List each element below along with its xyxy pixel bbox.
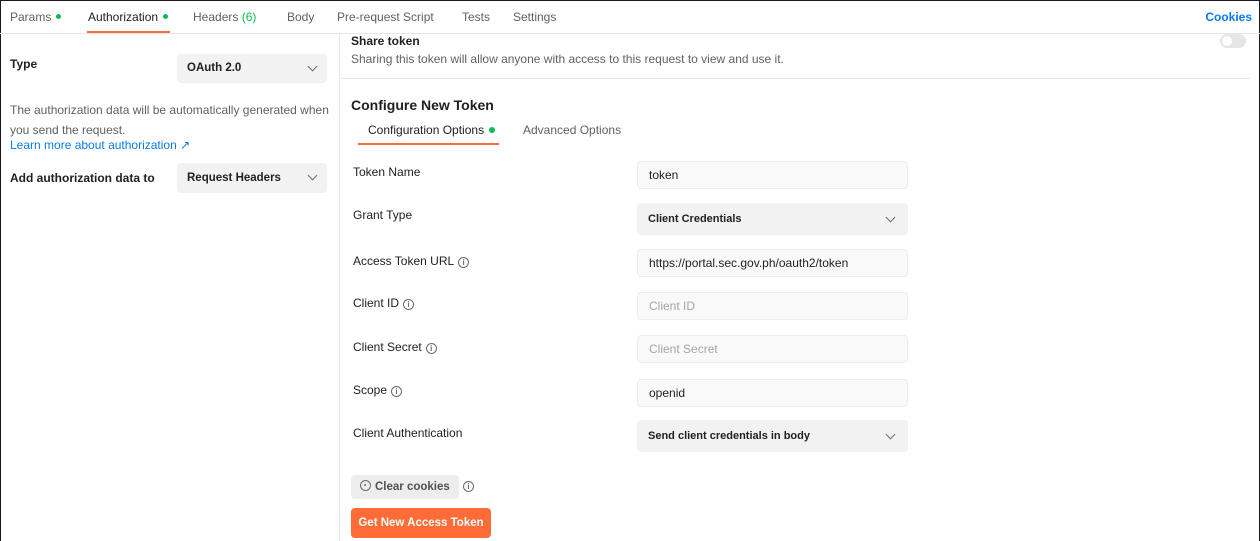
get-new-access-token-button[interactable]: Get New Access Token: [351, 508, 491, 538]
auth-description: The authorization data will be automatic…: [10, 103, 329, 137]
share-token-title: Share token: [351, 34, 420, 48]
chevron-down-icon: [307, 170, 318, 181]
headers-count-badge: (6): [241, 10, 257, 24]
chevron-down-icon: [307, 61, 318, 72]
tab-tests[interactable]: Tests: [462, 10, 490, 24]
client-secret-input[interactable]: Client Secret: [637, 335, 908, 363]
client-secret-label: Client Secret i: [353, 340, 437, 354]
scope-label: Scope i: [353, 383, 403, 397]
grant-type-label: Grant Type: [353, 208, 413, 222]
tab-settings[interactable]: Settings: [513, 10, 556, 24]
token-name-input[interactable]: token: [637, 161, 908, 189]
access-token-url-label: Access Token URL i: [353, 254, 470, 268]
info-icon[interactable]: i: [403, 299, 415, 310]
client-id-input[interactable]: Client ID: [637, 292, 908, 320]
client-authentication-select[interactable]: Send client credentials in body: [637, 420, 908, 452]
learn-more-link[interactable]: Learn more about authorization ↗: [10, 138, 190, 152]
active-tab-indicator: [87, 31, 170, 33]
scope-input[interactable]: openid: [637, 379, 908, 407]
type-label: Type: [10, 57, 38, 71]
grant-type-value: Client Credentials: [648, 213, 742, 225]
cookies-link[interactable]: Cookies: [1205, 10, 1252, 24]
share-token-toggle[interactable]: [1220, 34, 1246, 48]
grant-type-select[interactable]: Client Credentials: [637, 203, 908, 235]
auth-type-value: OAuth 2.0: [187, 62, 242, 74]
toggle-knob: [1222, 36, 1232, 46]
active-subtab-indicator: [358, 143, 499, 145]
status-dot-icon: [163, 14, 169, 19]
info-icon[interactable]: i: [463, 481, 474, 492]
token-name-label: Token Name: [353, 165, 421, 179]
info-icon[interactable]: i: [458, 257, 470, 268]
add-auth-data-select[interactable]: Request Headers: [177, 163, 327, 193]
section-divider: [341, 78, 1250, 79]
token-config-panel: Share token Sharing this token will allo…: [341, 34, 1260, 541]
clear-cookies-button[interactable]: Clear cookies: [351, 475, 459, 499]
tab-pre-request-script[interactable]: Pre-request Script: [337, 10, 434, 24]
tab-params[interactable]: Params: [10, 10, 62, 24]
client-authentication-value: Send client credentials in body: [648, 430, 810, 442]
client-authentication-label: Client Authentication: [353, 426, 463, 440]
add-auth-data-value: Request Headers: [187, 172, 281, 184]
share-token-description: Sharing this token will allow anyone wit…: [351, 52, 784, 66]
tab-body[interactable]: Body: [287, 10, 314, 24]
tab-authorization[interactable]: Authorization: [88, 10, 169, 24]
access-token-url-input[interactable]: https://portal.sec.gov.ph/oauth2/token: [637, 249, 908, 277]
tab-advanced-options[interactable]: Advanced Options: [523, 123, 621, 137]
chevron-down-icon: [885, 212, 896, 223]
client-id-label: Client ID i: [353, 296, 415, 310]
add-auth-data-label: Add authorization data to: [10, 171, 155, 185]
status-dot-icon: [56, 14, 62, 19]
auth-settings-panel: Type OAuth 2.0 The authorization data wi…: [0, 34, 340, 541]
status-dot-icon: [489, 127, 496, 133]
request-tab-bar: Params Authorization Headers (6) Body Pr…: [0, 0, 1260, 34]
configure-token-title: Configure New Token: [351, 97, 494, 113]
info-icon[interactable]: i: [425, 343, 437, 354]
tab-configuration-options[interactable]: Configuration Options: [368, 123, 496, 137]
cookie-icon: [360, 480, 371, 491]
chevron-down-icon: [885, 429, 896, 440]
auth-type-select[interactable]: OAuth 2.0: [177, 54, 327, 83]
tab-headers[interactable]: Headers (6): [193, 10, 256, 24]
info-icon[interactable]: i: [391, 386, 403, 397]
